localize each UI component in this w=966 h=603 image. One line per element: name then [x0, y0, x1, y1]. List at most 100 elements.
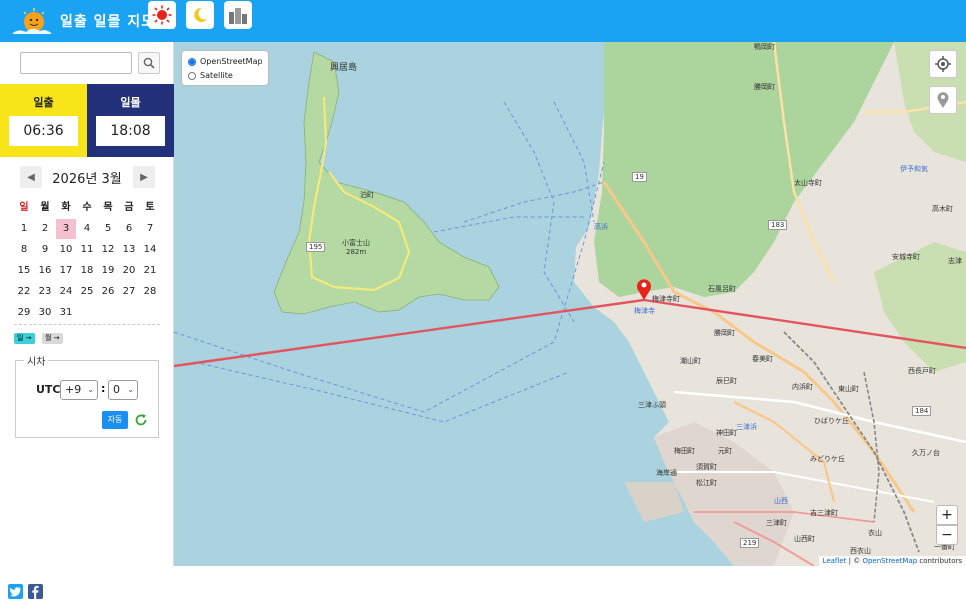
sunrise-time: 06:36 — [9, 116, 78, 146]
search-input[interactable] — [20, 52, 132, 74]
layer-switcher: OpenStreetMap Satellite — [181, 50, 269, 86]
calendar-day[interactable]: 9 — [35, 240, 55, 260]
place-marker-button[interactable] — [929, 86, 957, 114]
place-label: 鴨岡町 — [754, 43, 775, 51]
app-title: 일출 일몰 지도 — [60, 14, 156, 30]
place-label: 元町 — [718, 447, 732, 455]
minute-offset-select[interactable]: 0 ⌄ — [108, 380, 138, 400]
utc-label: UTC — [36, 383, 61, 396]
calendar-day[interactable]: 24 — [56, 282, 76, 302]
sun-icon — [152, 5, 172, 25]
map-view[interactable]: 興居島 泊町 小富士山 282m 梅津寺町 梅津寺 高浜 石風呂町 太山寺町 勝… — [174, 42, 966, 566]
place-label: 辰巳町 — [716, 377, 737, 385]
radio-selected[interactable] — [188, 57, 196, 66]
sunrise-direction-chip[interactable]: 일 → — [14, 333, 35, 344]
place-label: 吉三津町 — [810, 509, 838, 517]
calendar-day[interactable]: 12 — [98, 240, 118, 260]
calendar-day[interactable]: 21 — [140, 261, 160, 281]
calendar-day[interactable]: 13 — [119, 240, 139, 260]
layer-label: OpenStreetMap — [200, 57, 263, 66]
twitter-button[interactable] — [8, 584, 23, 599]
layer-option-satellite[interactable]: Satellite — [188, 71, 233, 80]
calendar-day[interactable]: 30 — [35, 303, 55, 323]
place-label: 梅津寺 — [634, 307, 655, 315]
weekday-header: 월 — [40, 202, 50, 213]
moon-direction-chip[interactable]: 월 → — [42, 333, 63, 344]
layer-option-osm[interactable]: OpenStreetMap — [188, 57, 263, 66]
place-label: 潮山町 — [680, 357, 701, 365]
calendar-day[interactable]: 5 — [98, 219, 118, 239]
calendar-day[interactable]: 11 — [77, 240, 97, 260]
twitter-icon — [9, 587, 21, 597]
osm-link[interactable]: OpenStreetMap — [862, 557, 917, 565]
leaflet-link[interactable]: Leaflet — [823, 557, 847, 565]
moon-mode-button[interactable] — [186, 1, 214, 29]
calendar-day[interactable]: 29 — [14, 303, 34, 323]
calendar-day[interactable]: 6 — [119, 219, 139, 239]
place-label: 久万ノ台 — [912, 449, 940, 457]
place-label: みどりケ丘 — [810, 455, 845, 463]
hour-offset-select[interactable]: +9 ⌄ — [60, 380, 98, 400]
crosshair-icon — [935, 56, 951, 72]
search-button[interactable] — [138, 52, 160, 74]
route-shield: 219 — [740, 538, 760, 548]
calendar-day[interactable]: 7 — [140, 219, 160, 239]
weekday-header: 토 — [145, 202, 155, 213]
place-label: 小富士山 — [342, 239, 370, 247]
calendar-day[interactable]: 14 — [140, 240, 160, 260]
calendar-day[interactable]: 31 — [56, 303, 76, 323]
calendar-day[interactable]: 16 — [35, 261, 55, 281]
place-label: 須賀町 — [696, 463, 717, 471]
place-label: 伊予和気 — [900, 165, 928, 173]
calendar-day[interactable]: 19 — [98, 261, 118, 281]
next-month-button[interactable]: ▶ — [133, 166, 155, 188]
place-label: 山西町 — [794, 535, 815, 543]
calendar-day[interactable]: 23 — [35, 282, 55, 302]
refresh-icon[interactable] — [134, 413, 148, 427]
place-label: 282m — [346, 248, 367, 256]
zoom-in-button[interactable]: + — [936, 505, 958, 525]
layer-label: Satellite — [200, 71, 233, 80]
sunset-time: 18:08 — [96, 116, 165, 146]
sun-mode-button[interactable] — [148, 1, 176, 29]
calendar-day[interactable]: 1 — [14, 219, 34, 239]
calendar-day[interactable]: 22 — [14, 282, 34, 302]
chevron-down-icon: ⌄ — [127, 385, 134, 394]
auto-timezone-button[interactable]: 자동 — [102, 411, 128, 429]
route-shield: 195 — [306, 242, 326, 252]
calendar-day[interactable]: 3 — [56, 219, 76, 239]
place-label: 三津ふ頭 — [638, 401, 666, 409]
sidebar: 일출 06:36 일몰 18:08 ◀ 2026년 3월 ▶ 일월화수목금토12… — [0, 42, 174, 599]
locate-me-button[interactable] — [929, 50, 957, 78]
radio-unselected[interactable] — [188, 71, 196, 80]
weekday-header: 수 — [82, 202, 92, 213]
place-label: 太山寺町 — [794, 179, 822, 187]
facebook-button[interactable] — [28, 584, 43, 599]
place-label: 三津町 — [766, 519, 787, 527]
map-tiles[interactable] — [174, 42, 966, 566]
calendar-day[interactable]: 15 — [14, 261, 34, 281]
calendar-day[interactable]: 2 — [35, 219, 55, 239]
triangle-right-icon: ▶ — [140, 171, 148, 183]
calendar-day[interactable]: 17 — [56, 261, 76, 281]
calendar-day[interactable]: 27 — [119, 282, 139, 302]
calendar-day[interactable]: 28 — [140, 282, 160, 302]
weekday-header: 목 — [103, 202, 113, 213]
calendar-day[interactable]: 25 — [77, 282, 97, 302]
prev-month-button[interactable]: ◀ — [20, 166, 42, 188]
calendar-day[interactable]: 20 — [119, 261, 139, 281]
calendar-day[interactable]: 18 — [77, 261, 97, 281]
weekday-header: 금 — [124, 202, 134, 213]
zoom-out-button[interactable]: − — [936, 525, 958, 545]
calendar-day[interactable]: 26 — [98, 282, 118, 302]
sunset-label: 일몰 — [120, 96, 141, 109]
city-mode-button[interactable] — [224, 1, 252, 29]
route-shield: 183 — [768, 220, 788, 230]
calendar-day[interactable]: 4 — [77, 219, 97, 239]
calendar-day[interactable]: 10 — [56, 240, 76, 260]
calendar-day[interactable]: 8 — [14, 240, 34, 260]
chevron-down-icon: ⌄ — [87, 385, 94, 394]
place-label: ひばりケ丘 — [814, 417, 849, 425]
attribution-text: contributors — [917, 557, 962, 565]
place-label: 泊町 — [360, 191, 374, 199]
